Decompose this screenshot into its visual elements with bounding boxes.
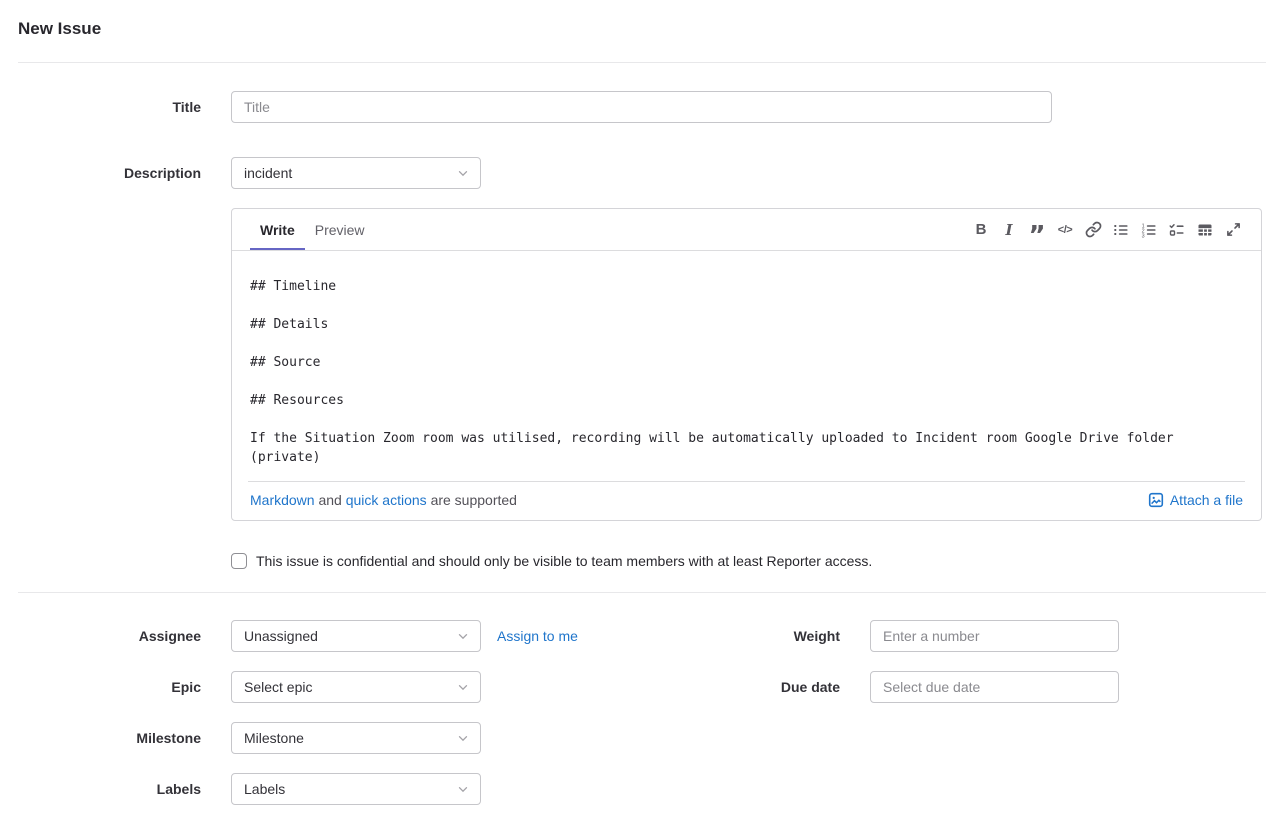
labels-label: Labels xyxy=(18,781,201,797)
title-label: Title xyxy=(18,99,201,115)
list-numbered-icon[interactable]: 123 xyxy=(1135,216,1163,244)
chevron-down-icon xyxy=(456,629,470,643)
description-template-select[interactable]: incident xyxy=(231,157,481,189)
table-icon[interactable] xyxy=(1191,216,1219,244)
new-issue-page: New Issue Title Description incident Wri… xyxy=(0,0,1284,805)
image-attach-icon xyxy=(1148,492,1164,508)
assignee-value: Unassigned xyxy=(244,628,456,644)
code-icon[interactable]: </> xyxy=(1051,216,1079,244)
markdown-toolbar: B I ” </> 123 xyxy=(967,209,1247,250)
markdown-editor-footer: Markdown and quick actions are supported… xyxy=(248,481,1245,520)
epic-duedate-mid: Due date xyxy=(481,679,840,695)
milestone-row: Milestone Milestone xyxy=(18,722,1266,754)
epic-label: Epic xyxy=(18,679,201,695)
markdown-link[interactable]: Markdown xyxy=(250,492,315,508)
and-text: and xyxy=(318,492,341,508)
attach-file-button[interactable]: Attach a file xyxy=(1148,492,1243,508)
markdown-editor-header: Write Preview B I ” </> 123 xyxy=(232,209,1261,251)
chevron-down-icon xyxy=(456,680,470,694)
assignee-weight-mid: Assign to me Weight xyxy=(481,628,840,644)
milestone-value: Milestone xyxy=(244,730,456,746)
bold-icon[interactable]: B xyxy=(967,216,995,244)
assignee-weight-row: Assignee Unassigned Assign to me Weight xyxy=(18,620,1266,652)
due-date-input[interactable] xyxy=(870,671,1119,703)
list-task-icon[interactable] xyxy=(1163,216,1191,244)
confidential-wrap: This issue is confidential and should on… xyxy=(231,553,872,569)
link-icon[interactable] xyxy=(1079,216,1107,244)
description-row: Description incident xyxy=(18,157,1266,189)
template-selected-value: incident xyxy=(244,165,456,181)
tab-write[interactable]: Write xyxy=(250,209,305,250)
header-divider xyxy=(18,62,1266,63)
tab-preview[interactable]: Preview xyxy=(305,209,375,250)
confidential-label: This issue is confidential and should on… xyxy=(256,553,872,569)
assignee-label: Assignee xyxy=(18,628,201,644)
list-bulleted-icon[interactable] xyxy=(1107,216,1135,244)
confidential-checkbox[interactable] xyxy=(231,553,247,569)
due-date-label: Due date xyxy=(781,679,840,695)
milestone-label: Milestone xyxy=(18,730,201,746)
metadata-section: Assignee Unassigned Assign to me Weight … xyxy=(18,620,1266,805)
labels-value: Labels xyxy=(244,781,456,797)
svg-text:3: 3 xyxy=(1142,233,1145,237)
assignee-select[interactable]: Unassigned xyxy=(231,620,481,652)
quote-icon[interactable]: ” xyxy=(1023,216,1051,244)
markdown-editor: Write Preview B I ” </> 123 xyxy=(231,208,1262,521)
assign-to-me-link[interactable]: Assign to me xyxy=(497,628,578,644)
epic-value: Select epic xyxy=(244,679,456,695)
italic-icon[interactable]: I xyxy=(995,216,1023,244)
milestone-select[interactable]: Milestone xyxy=(231,722,481,754)
confidential-row: This issue is confidential and should on… xyxy=(18,553,1266,569)
weight-label: Weight xyxy=(794,628,840,644)
section-divider xyxy=(18,592,1266,593)
page-title: New Issue xyxy=(18,0,1266,39)
maximize-icon[interactable] xyxy=(1219,216,1247,244)
weight-input[interactable] xyxy=(870,620,1119,652)
title-row: Title xyxy=(18,91,1266,123)
quick-actions-link[interactable]: quick actions xyxy=(346,492,427,508)
epic-select[interactable]: Select epic xyxy=(231,671,481,703)
attach-file-label: Attach a file xyxy=(1170,492,1243,508)
markdown-help-text: Markdown and quick actions are supported xyxy=(250,492,517,508)
description-textarea[interactable]: ## Timeline ## Details ## Source ## Reso… xyxy=(232,251,1261,481)
labels-row: Labels Labels xyxy=(18,773,1266,805)
chevron-down-icon xyxy=(456,166,470,180)
title-input[interactable] xyxy=(231,91,1052,123)
supported-text: are supported xyxy=(431,492,517,508)
epic-duedate-row: Epic Select epic Due date xyxy=(18,671,1266,703)
chevron-down-icon xyxy=(456,782,470,796)
description-label: Description xyxy=(18,165,201,181)
labels-select[interactable]: Labels xyxy=(231,773,481,805)
editor-row: Write Preview B I ” </> 123 xyxy=(18,208,1266,521)
chevron-down-icon xyxy=(456,731,470,745)
